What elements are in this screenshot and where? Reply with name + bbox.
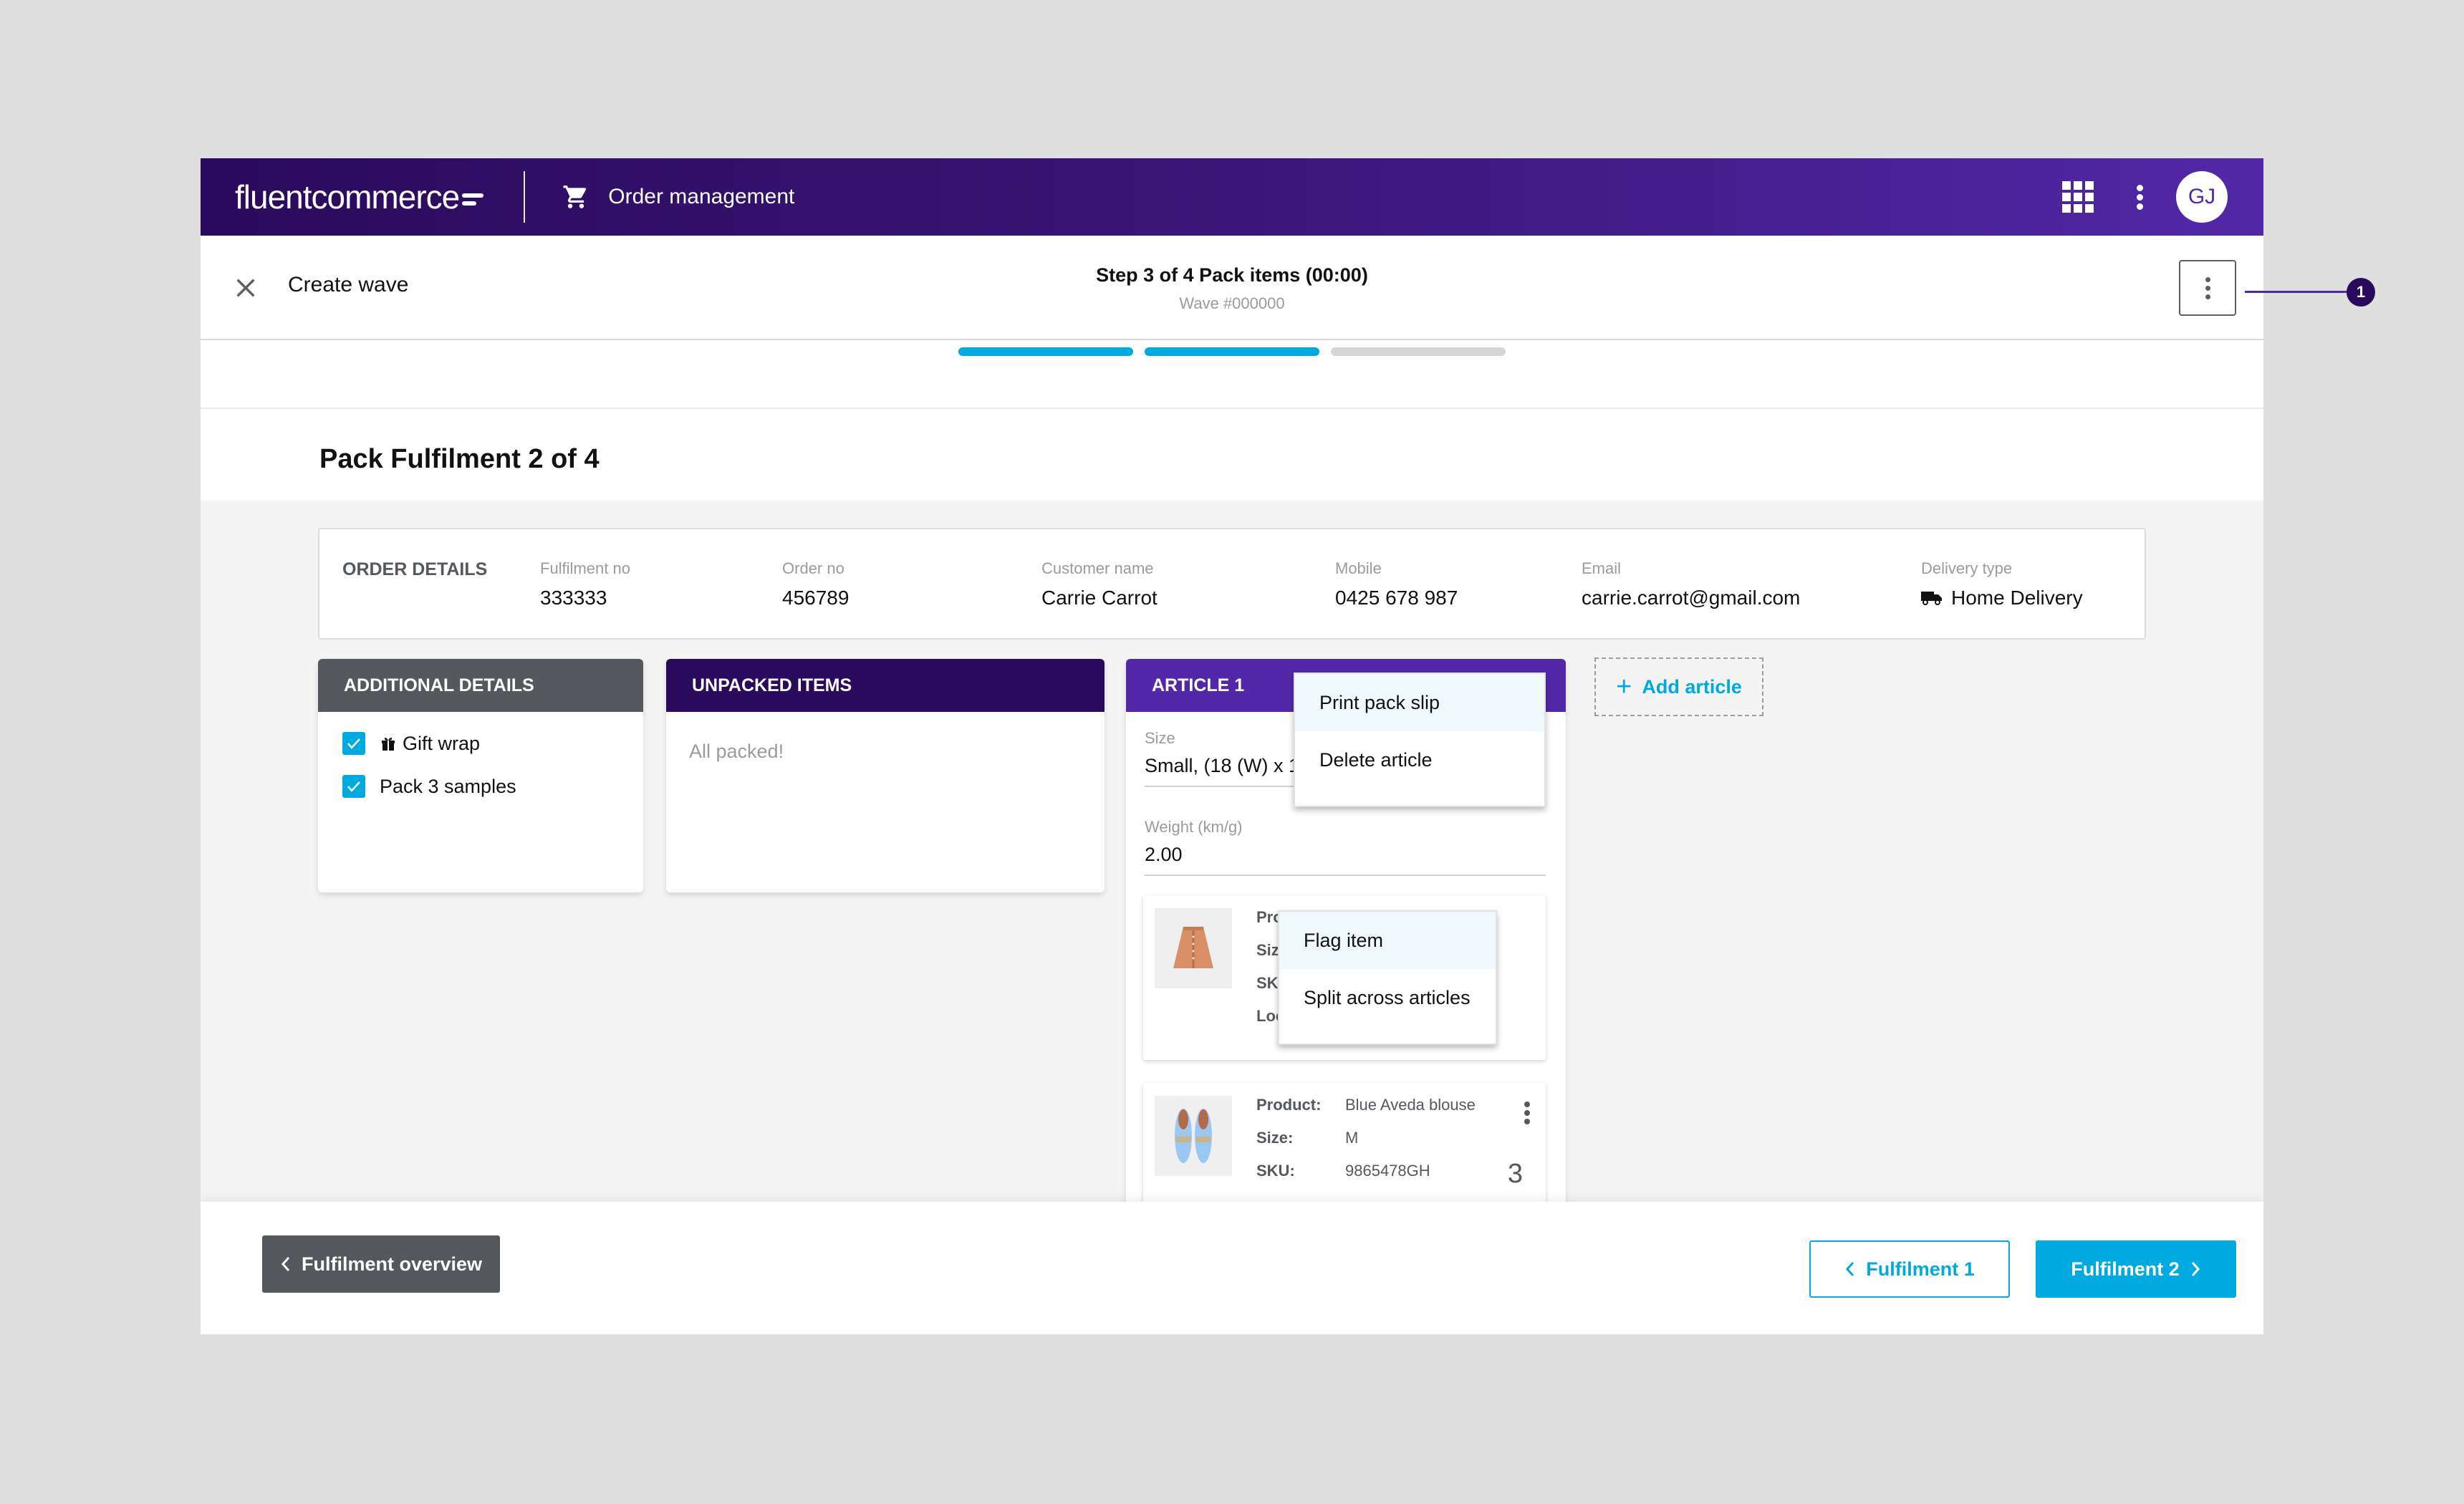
logo-text-bold: fluent xyxy=(235,178,312,216)
next-fulfilment-button[interactable]: Fulfilment 2 xyxy=(2036,1240,2236,1298)
order-field-email: Email carrie.carrot@gmail.com xyxy=(1582,559,1801,609)
order-field-delivery-type: Delivery type Home Delivery xyxy=(1921,559,2083,609)
apps-grid-icon[interactable] xyxy=(2062,181,2094,213)
avatar[interactable]: GJ xyxy=(2176,171,2228,223)
checklist-item-pack-samples[interactable]: Pack 3 samples xyxy=(342,775,643,798)
more-vertical-icon[interactable] xyxy=(2137,184,2143,210)
product-details: Product: Blue Aveda blouse Size: M SKU: 986… xyxy=(1256,1096,1531,1180)
progress-segment-incomplete xyxy=(1331,347,1506,356)
annotation-line xyxy=(2245,291,2359,293)
order-details-heading: ORDER DETAILS xyxy=(342,559,488,579)
checklist-item-gift-wrap[interactable]: Gift wrap xyxy=(342,732,643,755)
add-article-label: Add article xyxy=(1642,675,1742,698)
menu-item-split-across-articles[interactable]: Split across articles xyxy=(1279,969,1496,1026)
product-image-skirt xyxy=(1155,908,1232,988)
unpacked-items-heading: UNPACKED ITEMS xyxy=(666,659,1105,712)
fulfilment-overview-button[interactable]: Fulfilment overview xyxy=(262,1235,500,1293)
order-field-order-no: Order no 456789 xyxy=(782,559,850,609)
checkbox-checked[interactable] xyxy=(342,775,365,798)
skirt-image xyxy=(1173,927,1213,968)
item-quantity: 3 xyxy=(1507,1159,1523,1189)
menu-item-print-pack-slip[interactable]: Print pack slip xyxy=(1295,674,1544,731)
progress-segment-complete xyxy=(1145,347,1319,356)
step-progress-bar xyxy=(201,347,2263,356)
product-name: Blue Aveda blouse xyxy=(1345,1096,1476,1114)
chevron-left-icon xyxy=(1846,1262,1854,1276)
chevron-right-icon xyxy=(2191,1262,2200,1276)
footer-bar: Fulfilment overview Fulfilment 1 Fulfilm… xyxy=(201,1202,2263,1334)
app-window: fluent commerce Order management GJ Creat… xyxy=(201,158,2263,1334)
cart-icon xyxy=(563,185,587,208)
order-field-fulfilment-no: Fulfilment no 333333 xyxy=(540,559,630,609)
annotation-badge: 1 xyxy=(2347,278,2375,307)
menu-item-flag-item[interactable]: Flag item xyxy=(1279,912,1496,969)
additional-details-card: ADDITIONAL DETAILS Gift wrap Pack 3 samp… xyxy=(318,659,643,892)
fluentcommerce-logo: fluent commerce xyxy=(235,178,484,216)
logo-mark-icon xyxy=(462,193,484,206)
app-section-order-management[interactable]: Order management xyxy=(562,183,794,211)
item-options-menu: Flag item Split across articles xyxy=(1278,910,1497,1045)
empty-state-text: All packed! xyxy=(689,741,784,762)
unpacked-items-card: UNPACKED ITEMS All packed! xyxy=(666,659,1105,892)
check-icon xyxy=(347,738,360,749)
wizard-header: Create wave Step 3 of 4 Pack items (00:0… xyxy=(201,236,2263,340)
app-bar: fluent commerce Order management GJ xyxy=(201,158,2263,236)
check-icon xyxy=(347,781,360,792)
appbar-divider xyxy=(524,171,526,223)
menu-item-delete-article[interactable]: Delete article xyxy=(1295,731,1544,789)
page-title: Pack Fulfilment 2 of 4 xyxy=(319,444,600,474)
product-image-shoes xyxy=(1155,1096,1232,1176)
shoes-image xyxy=(1175,1109,1212,1163)
chevron-left-icon xyxy=(281,1257,290,1271)
product-sku: 9865478GH xyxy=(1345,1162,1430,1180)
progress-segment-complete xyxy=(958,347,1133,356)
order-details-card: ORDER DETAILS Fulfilment no 333333 Order… xyxy=(318,528,2146,640)
checklist-item-label: Pack 3 samples xyxy=(380,775,516,797)
order-field-customer-name: Customer name Carrie Carrot xyxy=(1041,559,1158,609)
field-label: Weight (km/g) xyxy=(1145,818,1243,836)
add-article-button[interactable]: + Add article xyxy=(1594,657,1763,716)
product-size: M xyxy=(1345,1129,1359,1147)
logo-text-light: commerce xyxy=(311,178,461,216)
additional-details-heading: ADDITIONAL DETAILS xyxy=(318,659,643,712)
field-value: 2.00 xyxy=(1145,844,1183,865)
order-field-mobile: Mobile 0425 678 987 xyxy=(1335,559,1458,609)
previous-fulfilment-button[interactable]: Fulfilment 1 xyxy=(1809,1240,2010,1298)
plus-icon: + xyxy=(1616,672,1632,702)
checklist-item-label: Gift wrap xyxy=(403,732,481,754)
wizard-more-button[interactable] xyxy=(2179,260,2236,316)
truck-icon xyxy=(1921,592,1942,605)
wave-number: Wave #000000 xyxy=(1179,294,1285,312)
app-section-label: Order management xyxy=(608,185,795,208)
delivery-type-value: Home Delivery xyxy=(1951,587,2083,609)
item-more-icon[interactable] xyxy=(1524,1102,1530,1124)
article-weight-field[interactable]: Weight (km/g) 2.00 xyxy=(1145,818,1546,876)
gift-icon xyxy=(382,737,395,751)
checkbox-checked[interactable] xyxy=(342,732,365,755)
article-options-menu: Print pack slip Delete article xyxy=(1294,673,1546,807)
appbar-actions: GJ xyxy=(2062,171,2228,223)
step-title: Step 3 of 4 Pack items (00:00) xyxy=(1096,264,1368,286)
